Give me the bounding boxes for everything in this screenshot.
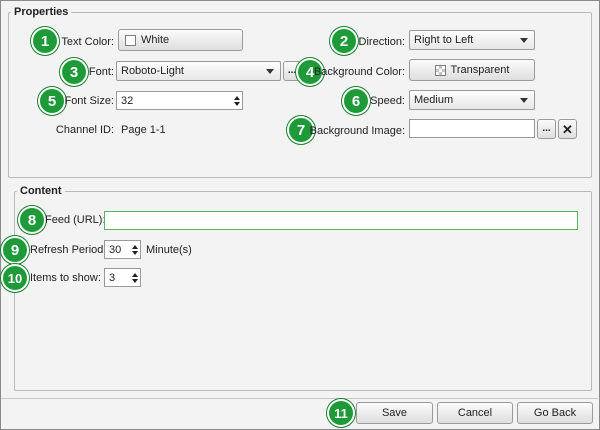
items-to-show-value: 3 bbox=[109, 271, 116, 284]
font-select-value: Roboto-Light bbox=[121, 65, 184, 77]
stepper-arrows[interactable] bbox=[130, 269, 140, 286]
text-color-label: Text Color: bbox=[61, 36, 114, 48]
arrow-up-icon[interactable] bbox=[132, 244, 138, 249]
callout-10: 10 bbox=[3, 266, 27, 290]
callout-8: 8 bbox=[20, 208, 44, 232]
font-size-label: Font Size: bbox=[64, 95, 114, 107]
ellipsis-icon: ... bbox=[287, 65, 297, 76]
save-button[interactable]: Save bbox=[356, 402, 433, 424]
feed-url-label: Feed (URL): bbox=[45, 214, 106, 226]
background-image-browse-button[interactable]: ... bbox=[537, 119, 556, 139]
direction-label: Direction: bbox=[358, 36, 405, 48]
text-color-button[interactable]: White bbox=[118, 29, 243, 51]
background-color-label: Background Color: bbox=[313, 66, 405, 78]
white-swatch-icon bbox=[125, 34, 136, 46]
stepper-arrows[interactable] bbox=[232, 92, 242, 109]
chevron-down-icon bbox=[520, 97, 528, 103]
speed-select-value: Medium bbox=[414, 94, 454, 106]
content-legend: Content bbox=[20, 185, 62, 197]
callout-6: 6 bbox=[344, 89, 368, 113]
refresh-period-stepper[interactable]: 30 bbox=[104, 240, 141, 259]
background-image-label: Background Image: bbox=[309, 125, 405, 137]
arrow-up-icon[interactable] bbox=[132, 272, 138, 277]
speed-select[interactable]: Medium bbox=[409, 90, 535, 110]
close-icon: ✕ bbox=[562, 121, 573, 137]
background-image-clear-button[interactable]: ✕ bbox=[558, 119, 577, 139]
background-image-input[interactable] bbox=[409, 119, 535, 138]
properties-legend: Properties bbox=[14, 6, 69, 18]
refresh-period-value: 30 bbox=[109, 243, 122, 256]
font-label: Font: bbox=[88, 66, 114, 78]
callout-9: 9 bbox=[3, 238, 27, 262]
channel-id-value: Page 1-1 bbox=[121, 124, 166, 136]
arrow-down-icon[interactable] bbox=[234, 101, 240, 106]
cancel-button[interactable]: Cancel bbox=[437, 402, 513, 424]
arrow-down-icon[interactable] bbox=[132, 278, 138, 283]
channel-id-label: Channel ID: bbox=[55, 124, 114, 136]
callout-5: 5 bbox=[40, 89, 64, 113]
refresh-period-unit: Minute(s) bbox=[146, 244, 192, 256]
text-color-value: White bbox=[141, 34, 170, 46]
callout-1: 1 bbox=[33, 29, 57, 53]
font-size-stepper[interactable]: 32 bbox=[116, 91, 243, 110]
arrow-down-icon[interactable] bbox=[132, 250, 138, 255]
footer-divider bbox=[1, 398, 598, 399]
callout-3: 3 bbox=[62, 60, 86, 84]
go-back-button[interactable]: Go Back bbox=[517, 402, 593, 424]
chevron-down-icon bbox=[520, 37, 528, 43]
feed-url-input[interactable] bbox=[104, 211, 578, 230]
ellipsis-icon: ... bbox=[542, 123, 551, 134]
arrow-up-icon[interactable] bbox=[234, 95, 240, 100]
background-color-value: Transparent bbox=[450, 64, 510, 76]
callout-2: 2 bbox=[332, 29, 356, 53]
background-color-button[interactable]: Transparent bbox=[409, 59, 535, 81]
direction-select-value: Right to Left bbox=[414, 34, 474, 46]
items-to-show-stepper[interactable]: 3 bbox=[104, 268, 141, 287]
transparent-swatch-icon bbox=[434, 64, 446, 76]
font-select[interactable]: Roboto-Light bbox=[116, 61, 281, 81]
callout-11: 11 bbox=[329, 401, 353, 425]
font-size-value: 32 bbox=[121, 94, 134, 107]
refresh-period-label: Refresh Period: bbox=[30, 244, 107, 256]
direction-select[interactable]: Right to Left bbox=[409, 30, 535, 50]
chevron-down-icon bbox=[266, 68, 274, 74]
items-to-show-label: Items to show: bbox=[30, 272, 101, 284]
speed-label: Speed: bbox=[370, 95, 405, 107]
stepper-arrows[interactable] bbox=[130, 241, 140, 258]
